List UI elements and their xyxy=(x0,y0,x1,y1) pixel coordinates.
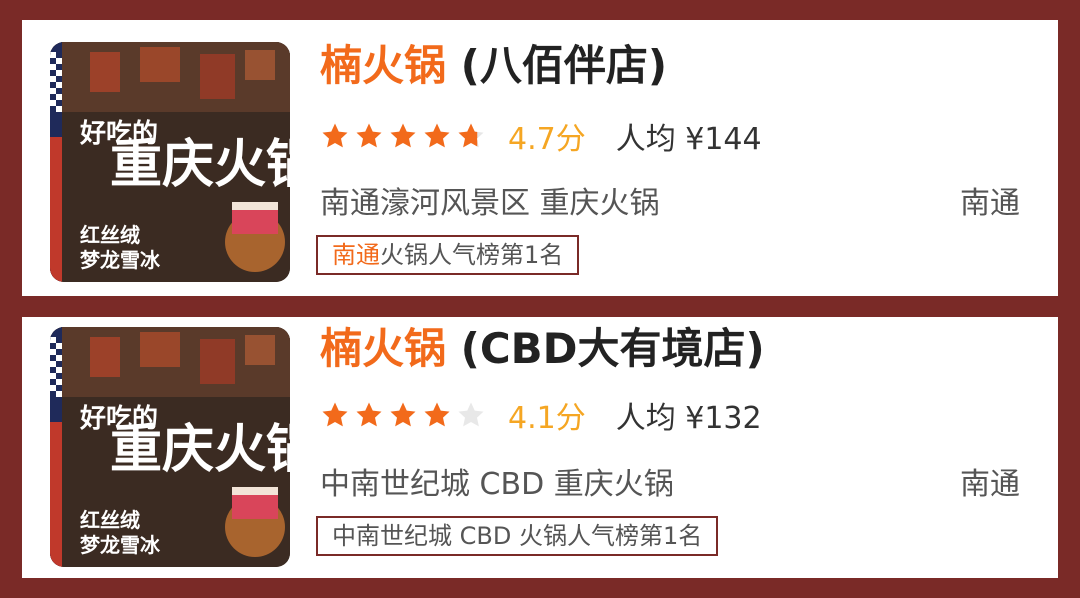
star-half-icon xyxy=(458,123,484,148)
star-rating xyxy=(320,400,486,430)
ranking-text: 中南世纪城 CBD 火锅人气榜第1名 xyxy=(332,522,703,550)
star-icon xyxy=(424,123,450,148)
rating-row: 4.7分 人均 ¥144 xyxy=(320,116,762,157)
poster-big-text: 重庆火锅 xyxy=(110,420,290,480)
restaurant-title[interactable]: 楠火锅 (八佰伴店) xyxy=(320,42,667,90)
restaurant-branch: (CBD大有境店) xyxy=(460,324,765,373)
poster-promo-2: 梦龙雪冰 xyxy=(80,248,161,272)
rating-score: 4.1分 xyxy=(508,401,586,436)
restaurant-title[interactable]: 楠火锅 (CBD大有境店) xyxy=(320,325,765,373)
star-icon xyxy=(322,123,348,148)
area-category: 中南世纪城 CBD 重庆火锅 xyxy=(320,467,674,502)
rating-row: 4.1分 人均 ¥132 xyxy=(320,395,762,436)
star-rating xyxy=(320,121,486,151)
per-capita-price: 人均 ¥144 xyxy=(615,122,762,157)
star-icon xyxy=(424,402,450,427)
poster-image: 好吃的 重庆火锅 红丝绒 梦龙雪冰 xyxy=(50,42,290,282)
restaurant-thumbnail[interactable]: 好吃的 重庆火锅 红丝绒 梦龙雪冰 xyxy=(50,327,290,567)
star-icon xyxy=(390,402,416,427)
restaurant-card[interactable]: 好吃的 重庆火锅 红丝绒 梦龙雪冰 楠火锅 (CBD大有境店) 4.1分 人均 … xyxy=(22,317,1058,578)
star-icon xyxy=(356,123,382,148)
star-icon xyxy=(390,123,416,148)
ranking-badge[interactable]: 南通火锅人气榜第1名 xyxy=(316,235,580,275)
poster-image: 好吃的 重庆火锅 红丝绒 梦龙雪冰 xyxy=(50,327,290,567)
city-label: 南通 xyxy=(960,186,1020,221)
restaurant-branch: (八佰伴店) xyxy=(460,41,668,90)
per-capita-price: 人均 ¥132 xyxy=(615,401,762,436)
poster-big-text: 重庆火锅 xyxy=(110,135,290,195)
restaurant-name: 楠火锅 xyxy=(320,41,447,90)
poster-promo-2: 梦龙雪冰 xyxy=(80,533,161,557)
restaurant-thumbnail[interactable]: 好吃的 重庆火锅 红丝绒 梦龙雪冰 xyxy=(50,42,290,282)
ranking-badge[interactable]: 中南世纪城 CBD 火锅人气榜第1名 xyxy=(316,516,719,556)
star-icon xyxy=(322,402,348,427)
city-label: 南通 xyxy=(960,467,1020,502)
poster-promo-1: 红丝绒 xyxy=(80,223,140,247)
poster-promo-1: 红丝绒 xyxy=(80,508,140,532)
ranking-highlight: 南通 xyxy=(332,241,380,269)
star-icon xyxy=(356,402,382,427)
rating-score: 4.7分 xyxy=(508,122,586,157)
ranking-text: 火锅人气榜第1名 xyxy=(380,241,564,269)
restaurant-name: 楠火锅 xyxy=(320,324,447,373)
star-empty-icon xyxy=(458,402,484,427)
area-category: 南通濠河风景区 重庆火锅 xyxy=(320,186,660,221)
restaurant-card[interactable]: 好吃的 重庆火锅 红丝绒 梦龙雪冰 楠火锅 (八佰伴店) 4.7分 人均 ¥14… xyxy=(22,20,1058,296)
